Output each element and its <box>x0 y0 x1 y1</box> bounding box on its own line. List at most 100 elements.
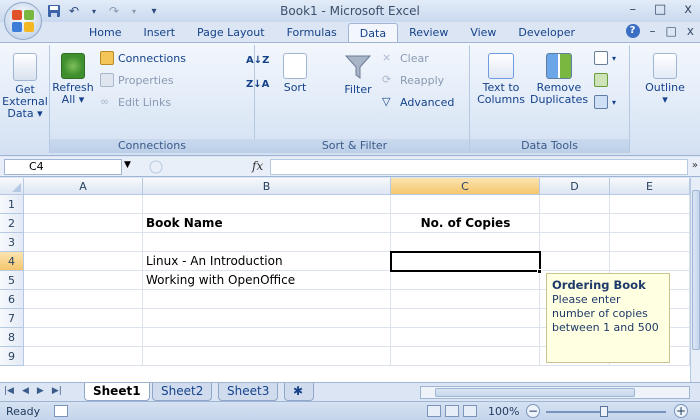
ribbon-restore-button[interactable]: □ <box>666 24 677 38</box>
office-button[interactable] <box>4 2 42 40</box>
tab-insert[interactable]: Insert <box>132 23 186 42</box>
sort-z-a-button[interactable]: Z↓A <box>246 79 269 90</box>
grid-cell[interactable] <box>24 233 143 252</box>
grid-cell[interactable] <box>610 195 690 214</box>
grid-cell[interactable] <box>391 309 540 328</box>
cell-b2[interactable]: Book Name <box>143 214 391 233</box>
normal-view-icon[interactable] <box>427 405 441 417</box>
row-header-9[interactable]: 9 <box>0 347 24 366</box>
grid-cell[interactable] <box>391 271 540 290</box>
tab-developer[interactable]: Developer <box>507 23 586 42</box>
grid-cell[interactable] <box>143 290 391 309</box>
grid-cell[interactable] <box>143 309 391 328</box>
grid-cell[interactable] <box>391 290 540 309</box>
grid-cell[interactable] <box>391 328 540 347</box>
ribbon-minimize-button[interactable]: – <box>650 24 656 38</box>
remove-duplicates-button[interactable]: Remove Duplicates <box>530 53 588 106</box>
page-break-view-icon[interactable] <box>463 405 477 417</box>
sheet-tab-sheet3[interactable]: Sheet3 <box>218 383 279 401</box>
workbook-close-button[interactable]: x <box>687 24 694 38</box>
outline-button[interactable]: Outline ▾ <box>638 53 692 106</box>
row-header-1[interactable]: 1 <box>0 195 24 214</box>
column-header-e[interactable]: E <box>610 178 690 195</box>
column-header-b[interactable]: B <box>143 178 391 195</box>
get-external-data-button[interactable]: Get External Data ▾ <box>0 53 50 120</box>
tab-view[interactable]: View <box>459 23 507 42</box>
last-sheet-icon[interactable]: ▶| <box>52 386 62 396</box>
grid-cell[interactable] <box>24 271 143 290</box>
text-to-columns-button[interactable]: Text to Columns <box>476 53 526 106</box>
close-button[interactable]: x <box>684 2 692 17</box>
grid-cell[interactable] <box>24 252 143 271</box>
tab-home[interactable]: Home <box>78 23 132 42</box>
row-header-8[interactable]: 8 <box>0 328 24 347</box>
grid-cell[interactable] <box>24 214 143 233</box>
what-if-button[interactable]: ▾ <box>594 95 616 109</box>
page-layout-view-icon[interactable] <box>445 405 459 417</box>
active-cell-c4[interactable] <box>390 251 541 272</box>
help-icon[interactable]: ? <box>625 24 640 38</box>
filter-button[interactable]: Filter <box>336 53 380 96</box>
clear-button[interactable]: ⨯ Clear <box>382 51 429 65</box>
macro-recording-icon[interactable] <box>54 405 68 417</box>
row-header-5[interactable]: 5 <box>0 271 24 290</box>
zoom-level[interactable]: 100% <box>488 405 519 418</box>
horizontal-scrollbar[interactable] <box>420 386 690 399</box>
horizontal-scroll-thumb[interactable] <box>435 388 635 397</box>
sheet-tab-sheet2[interactable]: Sheet2 <box>152 383 213 401</box>
first-sheet-icon[interactable]: |◀ <box>4 386 14 396</box>
row-header-6[interactable]: 6 <box>0 290 24 309</box>
edit-links-button[interactable]: ∞ Edit Links <box>100 95 171 109</box>
properties-button[interactable]: Properties <box>100 73 174 87</box>
grid-cell[interactable] <box>391 347 540 366</box>
grid-cell[interactable] <box>143 328 391 347</box>
reapply-button[interactable]: ⟳ Reapply <box>382 73 444 87</box>
grid-cell[interactable] <box>143 347 391 366</box>
fill-handle[interactable] <box>537 269 542 274</box>
maximize-button[interactable]: □ <box>654 2 666 17</box>
grid-cell[interactable] <box>143 233 391 252</box>
next-sheet-icon[interactable]: ▶ <box>37 386 44 396</box>
vertical-scroll-thumb[interactable] <box>692 190 700 350</box>
grid-cell[interactable] <box>391 195 540 214</box>
insert-sheet-button[interactable]: ✱ <box>284 383 314 401</box>
grid-cell[interactable] <box>24 328 143 347</box>
formula-input[interactable] <box>270 159 688 175</box>
column-header-d[interactable]: D <box>540 178 610 195</box>
consolidate-button[interactable] <box>594 73 608 87</box>
select-all-button[interactable] <box>0 178 24 195</box>
refresh-all-button[interactable]: Refresh All ▾ <box>50 53 96 106</box>
grid-cell[interactable] <box>24 290 143 309</box>
name-box[interactable]: C4 <box>4 159 122 175</box>
tab-formulas[interactable]: Formulas <box>276 23 348 42</box>
grid-cell[interactable] <box>540 252 610 271</box>
vertical-scrollbar[interactable] <box>690 178 700 382</box>
column-header-a[interactable]: A <box>24 178 143 195</box>
tab-page-layout[interactable]: Page Layout <box>186 23 276 42</box>
zoom-slider-thumb[interactable] <box>600 406 608 417</box>
row-header-3[interactable]: 3 <box>0 233 24 252</box>
cell-c2[interactable]: No. of Copies <box>391 214 540 233</box>
prev-sheet-icon[interactable]: ◀ <box>22 386 29 396</box>
sheet-tab-sheet1[interactable]: Sheet1 <box>84 383 150 401</box>
grid-cell[interactable] <box>610 233 690 252</box>
grid-cell[interactable] <box>24 347 143 366</box>
connections-button[interactable]: Connections <box>100 51 186 65</box>
tab-data[interactable]: Data <box>347 23 399 42</box>
grid-cell[interactable] <box>540 195 610 214</box>
cell-b4[interactable]: Linux - An Introduction <box>143 252 391 271</box>
grid-cell[interactable] <box>24 195 143 214</box>
row-header-4[interactable]: 4 <box>0 252 24 271</box>
data-validation-button[interactable]: ▾ <box>594 51 616 65</box>
row-header-7[interactable]: 7 <box>0 309 24 328</box>
name-box-dropdown-icon[interactable]: ▼ <box>124 160 131 170</box>
zoom-out-button[interactable]: − <box>526 404 540 418</box>
grid-cell[interactable] <box>391 233 540 252</box>
grid-cell[interactable] <box>610 214 690 233</box>
grid-cell[interactable] <box>143 195 391 214</box>
grid-cell[interactable] <box>24 309 143 328</box>
column-header-c[interactable]: C <box>391 178 540 195</box>
grid-cell[interactable] <box>540 214 610 233</box>
expand-formula-bar-icon[interactable]: » <box>692 160 698 171</box>
grid-cell[interactable] <box>610 252 690 271</box>
